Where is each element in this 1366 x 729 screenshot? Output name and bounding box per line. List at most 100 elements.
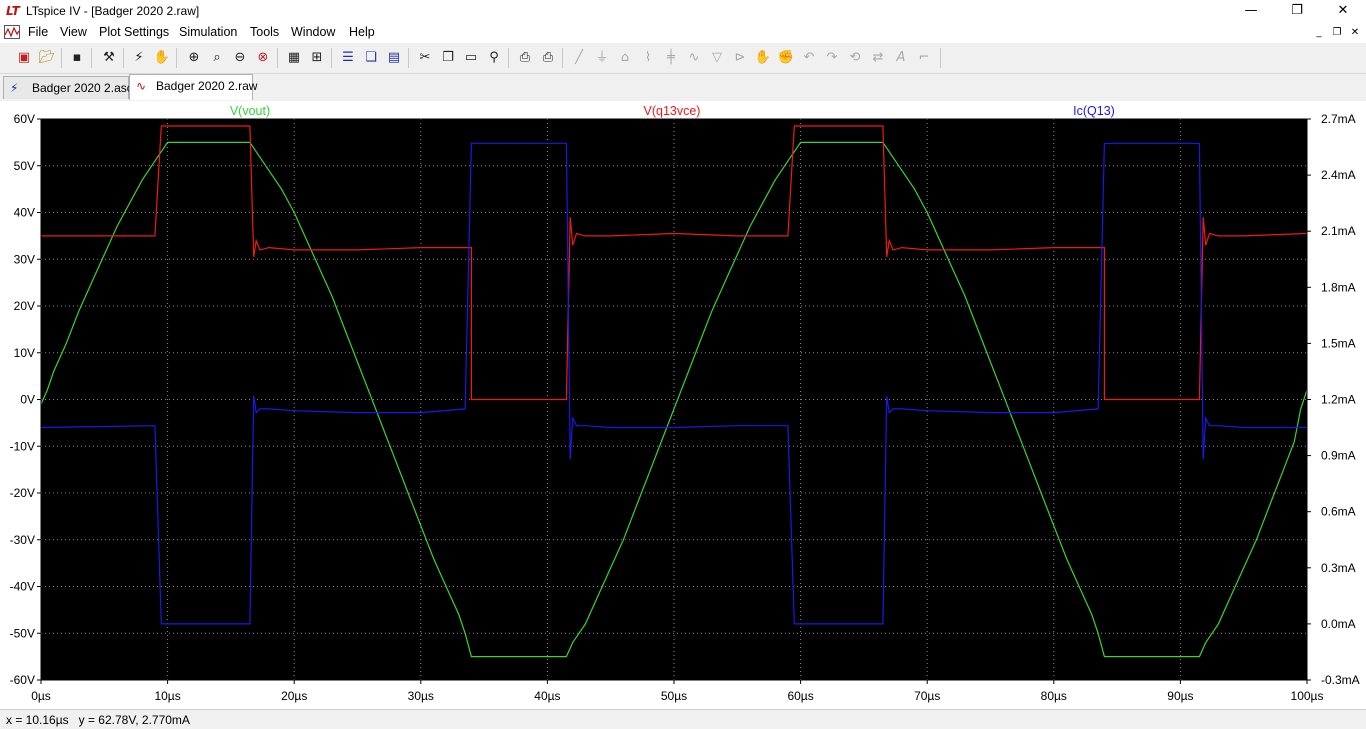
menu-window[interactable]: Window — [291, 25, 335, 39]
new-schematic-icon[interactable]: ▣ — [14, 48, 34, 68]
mdi-minimize-icon[interactable]: _ — [1312, 26, 1326, 39]
tab-label: Badger 2020 2.asc — [32, 81, 133, 95]
ground-icon[interactable]: ⏚ — [592, 48, 612, 68]
x-tick-label: 10µs — [154, 689, 180, 703]
diode-icon[interactable]: ▽ — [707, 48, 727, 68]
menu-plot-settings[interactable]: Plot Settings — [99, 25, 169, 39]
cut-icon[interactable]: ✂ — [415, 48, 435, 68]
cascade-icon[interactable]: ❏ — [361, 48, 381, 68]
ltspice-app-icon[interactable]: LT — [6, 4, 22, 18]
y-tick-label-left: 20V — [14, 299, 35, 313]
menu-help[interactable]: Help — [349, 25, 375, 39]
zoom-out-icon[interactable]: ⊖ — [230, 48, 250, 68]
run-icon[interactable]: ⚡ — [129, 48, 149, 68]
cursor-readout: x = 10.16µs y = 62.78V, 2.770mA — [6, 713, 190, 727]
y-tick-label-right: -0.3mA — [1321, 673, 1360, 687]
tab-schematic[interactable]: ⚡ Badger 2020 2.asc — [3, 76, 133, 99]
toolbar-separator — [91, 48, 92, 68]
y-tick-label-left: -10V — [10, 439, 35, 453]
menu-simulation[interactable]: Simulation — [179, 25, 237, 39]
y-tick-label-right: 2.7mA — [1321, 112, 1356, 126]
toolbar-separator — [277, 48, 278, 68]
tile-vertical-icon[interactable]: ▤ — [384, 48, 404, 68]
y-tick-label-left: -50V — [10, 626, 35, 640]
print-preview-icon[interactable]: ⎙ — [515, 48, 535, 68]
y-tick-label-right: 0.3mA — [1321, 561, 1356, 575]
paste-icon[interactable]: ▭ — [461, 48, 481, 68]
zoom-fit-icon[interactable]: ⊗ — [253, 48, 273, 68]
component-icon[interactable]: ⊳ — [730, 48, 750, 68]
maximize-button[interactable]: ❐ — [1274, 0, 1320, 22]
menu-bar: File View Plot Settings Simulation Tools… — [0, 22, 1366, 43]
y-tick-label-left: 0V — [20, 393, 35, 407]
window-title: LTspice IV - [Badger 2020 2.raw] — [26, 4, 200, 18]
y-tick-label-left: -60V — [10, 673, 35, 687]
y-tick-label-right: 0.9mA — [1321, 449, 1356, 463]
autorange-icon[interactable]: ▦ — [284, 48, 304, 68]
legend-label: Ic(Q13) — [1073, 104, 1115, 118]
grid-icon[interactable]: ⊞ — [307, 48, 327, 68]
open-icon[interactable]: 📂︎ — [37, 48, 57, 68]
menu-file[interactable]: File — [28, 25, 48, 39]
pan-icon[interactable]: ✋ — [152, 48, 172, 68]
move-icon[interactable]: ✋ — [753, 48, 773, 68]
capacitor-icon[interactable]: ╪ — [661, 48, 681, 68]
rotate-icon[interactable]: ⟲ — [845, 48, 865, 68]
print-icon[interactable]: ⎙ — [538, 48, 558, 68]
menu-view[interactable]: View — [60, 25, 87, 39]
x-tick-label: 0µs — [31, 689, 51, 703]
spice-directive-icon[interactable]: ⌐ — [914, 48, 934, 68]
y-tick-label-right: 2.4mA — [1321, 168, 1356, 182]
drag-icon[interactable]: ✊ — [776, 48, 796, 68]
toolbar-separator — [176, 48, 177, 68]
x-tick-label: 70µs — [914, 689, 940, 703]
toolbar-separator — [331, 48, 332, 68]
text-icon[interactable]: A — [891, 48, 911, 68]
legend-label: V(vout) — [230, 104, 270, 118]
resistor-icon[interactable]: ⌇ — [638, 48, 658, 68]
mdi-close-icon[interactable]: ✕ — [1348, 26, 1362, 39]
toolbar-separator — [562, 48, 563, 68]
x-tick-label: 50µs — [661, 689, 687, 703]
y-tick-label-right: 1.8mA — [1321, 280, 1356, 294]
toolbar-separator — [123, 48, 124, 68]
status-bar: x = 10.16µs y = 62.78V, 2.770mA — [0, 709, 1366, 729]
waveform-doc-icon[interactable] — [4, 25, 20, 39]
y-tick-label-right: 1.5mA — [1321, 336, 1356, 350]
control-panel-icon[interactable]: ⚒ — [99, 48, 119, 68]
save-icon[interactable]: ▪ — [67, 48, 87, 68]
menu-tools[interactable]: Tools — [250, 25, 279, 39]
zoom-box-icon[interactable]: ⌕ — [207, 48, 227, 68]
tab-label: Badger 2020 2.raw — [156, 79, 258, 93]
y-tick-label-right: 2.1mA — [1321, 224, 1356, 238]
toolbar: ▣ 📂︎ ▪ ⚒ ⚡ ✋ ⊕ ⌕ ⊖ ⊗ ▦ ⊞ ☰ ❏ ▤ ✂ ❐ ▭ ⚲ ⎙… — [0, 43, 1366, 74]
minimize-button[interactable]: — — [1228, 0, 1274, 22]
y-tick-label-right: 0.6mA — [1321, 505, 1356, 519]
copy-icon[interactable]: ❐ — [438, 48, 458, 68]
y-tick-label-left: 60V — [14, 112, 35, 126]
close-button[interactable]: ✕ — [1320, 0, 1366, 22]
y-tick-label-left: -20V — [10, 486, 35, 500]
wire-icon[interactable]: ╱ — [569, 48, 589, 68]
inductor-icon[interactable]: ∿ — [684, 48, 704, 68]
undo-icon[interactable]: ↶ — [799, 48, 819, 68]
waveform-viewer[interactable]: 0µs 10µs 20µs 30µs 40µs 50µs 60µs 70µs 80µs 90µs 1… — [0, 101, 1366, 709]
y-tick-label-left: 30V — [14, 252, 35, 266]
redo-icon[interactable]: ↷ — [822, 48, 842, 68]
x-tick-label: 90µs — [1167, 689, 1193, 703]
legend-label: V(q13vce) — [644, 104, 701, 118]
mirror-icon[interactable]: ⇄ — [868, 48, 888, 68]
tab-waveform[interactable]: ∿ Badger 2020 2.raw — [129, 74, 257, 100]
x-tick-label: 30µs — [408, 689, 434, 703]
waveform-plot[interactable]: 0µs 10µs 20µs 30µs 40µs 50µs 60µs 70µs 80µs 90µs 1… — [0, 101, 1366, 709]
x-tick-label: 100µs — [1291, 689, 1324, 703]
tile-horizontal-icon[interactable]: ☰ — [338, 48, 358, 68]
waveform-icon: ∿ — [136, 79, 147, 93]
schematic-icon: ⚡ — [10, 81, 19, 95]
label-icon[interactable]: ⌂ — [615, 48, 635, 68]
title-bar: LT LTspice IV - [Badger 2020 2.raw] — ❐ … — [0, 0, 1366, 22]
zoom-in-icon[interactable]: ⊕ — [184, 48, 204, 68]
find-icon[interactable]: ⚲ — [484, 48, 504, 68]
y-tick-label-left: -40V — [10, 580, 35, 594]
mdi-restore-icon[interactable]: ❐ — [1330, 26, 1344, 39]
